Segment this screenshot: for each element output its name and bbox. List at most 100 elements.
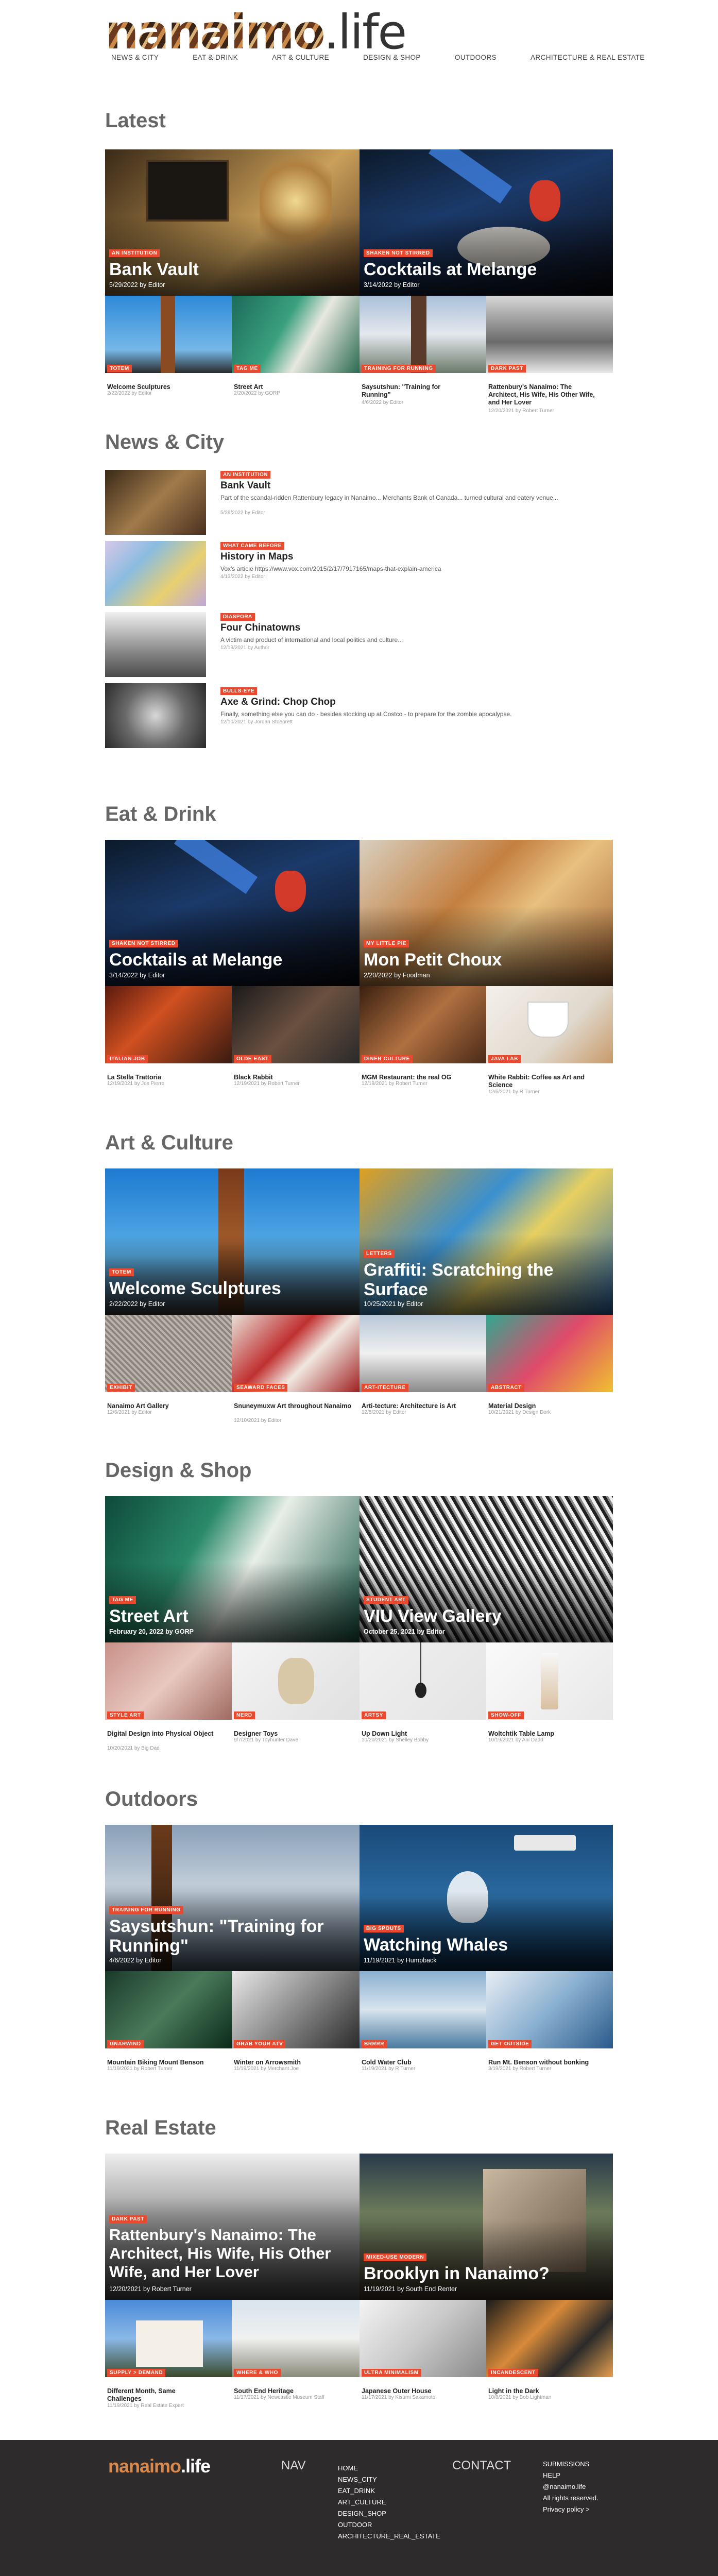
- feature-title[interactable]: Saysutshun: "Training for Running": [109, 1917, 336, 1956]
- card-image[interactable]: ABSTRACT: [486, 1315, 613, 1392]
- footer-link-home[interactable]: HOME: [338, 2463, 440, 2474]
- card-image[interactable]: SHOW-OFF: [486, 1642, 613, 1720]
- card-title[interactable]: Snuneymuxw Art throughout Nanaimo: [234, 1402, 355, 1410]
- card-title[interactable]: Designer Toys: [234, 1730, 355, 1738]
- card-image[interactable]: OLDE EAST: [232, 986, 360, 1063]
- footer-link-art[interactable]: ART_CULTURE: [338, 2497, 440, 2508]
- feature-tile[interactable]: AN INSTITUTION Bank Vault 5/29/2022 by E…: [105, 149, 360, 296]
- card-image[interactable]: ART-ITECTURE: [360, 1315, 486, 1392]
- feature-tile[interactable]: DARK PAST Rattenbury's Nanaimo: The Arch…: [105, 2154, 360, 2300]
- card-image[interactable]: GRAB YOUR ATV: [232, 1971, 360, 2048]
- news-thumbnail[interactable]: [105, 470, 206, 535]
- card-title[interactable]: Street Art: [234, 383, 355, 391]
- card-title[interactable]: Japanese Outer House: [362, 2387, 483, 2395]
- footer-social-handle[interactable]: @nanaimo.life: [543, 2481, 599, 2493]
- feature-tag[interactable]: SHAKEN NOT STIRRED: [109, 940, 178, 947]
- feature-title[interactable]: Brooklyn in Nanaimo?: [364, 2264, 550, 2283]
- feature-tag[interactable]: TAG ME: [109, 1596, 136, 1604]
- card-tag[interactable]: BRRRR: [362, 2040, 387, 2048]
- news-thumbnail[interactable]: [105, 683, 206, 748]
- feature-tile[interactable]: TAG ME Street Art February 20, 2022 by G…: [105, 1496, 360, 1642]
- footer-link-help[interactable]: HELP: [543, 2470, 599, 2481]
- card-image[interactable]: DINER CULTURE: [360, 986, 486, 1063]
- card-image[interactable]: JAVA LAB: [486, 986, 613, 1063]
- footer-link-submissions[interactable]: SUBMISSIONS: [543, 2459, 599, 2470]
- card-title[interactable]: Rattenbury's Nanaimo: The Architect, His…: [488, 383, 602, 406]
- news-tag[interactable]: AN INSTITUTION: [220, 471, 270, 479]
- card-title[interactable]: Mountain Biking Mount Benson: [107, 2059, 229, 2066]
- card-tag[interactable]: ARTSY: [362, 1711, 386, 1719]
- card-title[interactable]: Winter on Arrowsmith: [234, 2059, 355, 2066]
- news-tag[interactable]: DIASPORA: [220, 613, 255, 621]
- feature-title[interactable]: Bank Vault: [109, 260, 199, 279]
- card-tag[interactable]: STYLE ART: [107, 1711, 144, 1719]
- card-image[interactable]: TOTEM: [105, 296, 232, 373]
- feature-tag[interactable]: DARK PAST: [109, 2215, 147, 2223]
- feature-tag[interactable]: MIXED-USE MODERN: [364, 2253, 427, 2261]
- news-title[interactable]: Four Chinatowns: [220, 622, 300, 634]
- nav-outdoors[interactable]: OUTDOORS: [455, 54, 497, 61]
- card-tag[interactable]: NERD: [234, 1711, 255, 1719]
- card-tag[interactable]: DINER CULTURE: [362, 1055, 413, 1063]
- card-title[interactable]: South End Heritage: [234, 2387, 355, 2395]
- card-title[interactable]: White Rabbit: Coffee as Art and Science: [488, 1074, 602, 1089]
- card-title[interactable]: Light in the Dark: [488, 2387, 610, 2395]
- card-title[interactable]: Cold Water Club: [362, 2059, 483, 2066]
- footer-logo[interactable]: nanaimo.life: [108, 2455, 211, 2477]
- card-image[interactable]: TRAINING FOR RUNNING: [360, 296, 486, 373]
- card-title[interactable]: Nanaimo Art Gallery: [107, 1402, 229, 1410]
- card-tag[interactable]: ART-ITECTURE: [362, 1384, 408, 1392]
- card-tag[interactable]: SEAWARD FACES: [234, 1384, 288, 1392]
- card-title[interactable]: MGM Restaurant: the real OG: [362, 1074, 483, 1081]
- card-image[interactable]: BRRRR: [360, 1971, 486, 2048]
- card-tag[interactable]: GNARWIND: [107, 2040, 144, 2048]
- news-tag[interactable]: BULLS-EYE: [220, 687, 258, 695]
- card-image[interactable]: INCANDESCENT: [486, 2300, 613, 2377]
- feature-title[interactable]: Mon Petit Choux: [364, 950, 502, 970]
- card-image[interactable]: SEAWARD FACES: [232, 1315, 360, 1392]
- feature-tag[interactable]: AN INSTITUTION: [109, 249, 160, 257]
- feature-tag[interactable]: SHAKEN NOT STIRRED: [364, 249, 433, 257]
- feature-tag[interactable]: MY LITTLE PIE: [364, 940, 409, 947]
- feature-title[interactable]: Cocktails at Melange: [109, 950, 282, 970]
- feature-tile[interactable]: LETTERS Graffiti: Scratching the Surface…: [360, 1168, 613, 1315]
- card-title[interactable]: Material Design: [488, 1402, 610, 1410]
- card-tag[interactable]: TOTEM: [107, 365, 132, 372]
- nav-art-culture[interactable]: ART & CULTURE: [272, 54, 329, 61]
- nav-architecture[interactable]: ARCHITECTURE & REAL ESTATE: [531, 54, 645, 61]
- card-image[interactable]: GNARWIND: [105, 1971, 232, 2048]
- nav-eat-drink[interactable]: EAT & DRINK: [193, 54, 238, 61]
- feature-title[interactable]: Watching Whales: [364, 1935, 508, 1955]
- card-image[interactable]: ITALIAN JOB: [105, 986, 232, 1063]
- feature-tile[interactable]: SHAKEN NOT STIRRED Cocktails at Melange …: [360, 149, 613, 296]
- footer-link-design[interactable]: DESIGN_SHOP: [338, 2508, 440, 2519]
- card-tag[interactable]: ABSTRACT: [488, 1384, 524, 1392]
- news-title[interactable]: History in Maps: [220, 551, 293, 563]
- footer-link-privacy[interactable]: Privacy policy >: [543, 2504, 599, 2515]
- card-image[interactable]: DARK PAST: [486, 296, 613, 373]
- news-title[interactable]: Axe & Grind: Chop Chop: [220, 697, 336, 708]
- card-image[interactable]: EXHIBIT: [105, 1315, 232, 1392]
- card-title[interactable]: Welcome Sculptures: [107, 383, 229, 391]
- card-title[interactable]: Woltchtik Table Lamp: [488, 1730, 610, 1738]
- feature-title[interactable]: Welcome Sculptures: [109, 1279, 281, 1298]
- card-title[interactable]: Black Rabbit: [234, 1074, 355, 1081]
- feature-tile[interactable]: STUDENT ART VIU View Gallery October 25,…: [360, 1496, 613, 1642]
- feature-tag[interactable]: TRAINING FOR RUNNING: [109, 1906, 183, 1914]
- nav-news-city[interactable]: NEWS & CITY: [111, 54, 159, 61]
- card-tag[interactable]: ULTRA MINIMALISM: [362, 2369, 421, 2377]
- feature-tile[interactable]: MIXED-USE MODERN Brooklyn in Nanaimo? 11…: [360, 2154, 613, 2300]
- card-tag[interactable]: ITALIAN JOB: [107, 1055, 148, 1063]
- feature-tile[interactable]: MY LITTLE PIE Mon Petit Choux 2/20/2022 …: [360, 840, 613, 986]
- card-image[interactable]: GET OUTSIDE: [486, 1971, 613, 2048]
- feature-tile[interactable]: SHAKEN NOT STIRRED Cocktails at Melange …: [105, 840, 360, 986]
- feature-title[interactable]: Cocktails at Melange: [364, 260, 537, 279]
- card-image[interactable]: TAG ME: [232, 296, 360, 373]
- card-tag[interactable]: EXHIBIT: [107, 1384, 135, 1392]
- card-tag[interactable]: TRAINING FOR RUNNING: [362, 365, 436, 372]
- card-tag[interactable]: WHERE & WHO: [234, 2369, 281, 2377]
- card-title[interactable]: Different Month, Same Challenges: [107, 2387, 210, 2403]
- news-tag[interactable]: WHAT CAME BEFORE: [220, 542, 284, 550]
- card-title[interactable]: Digital Design into Physical Object: [107, 1730, 229, 1738]
- card-tag[interactable]: GRAB YOUR ATV: [234, 2040, 286, 2048]
